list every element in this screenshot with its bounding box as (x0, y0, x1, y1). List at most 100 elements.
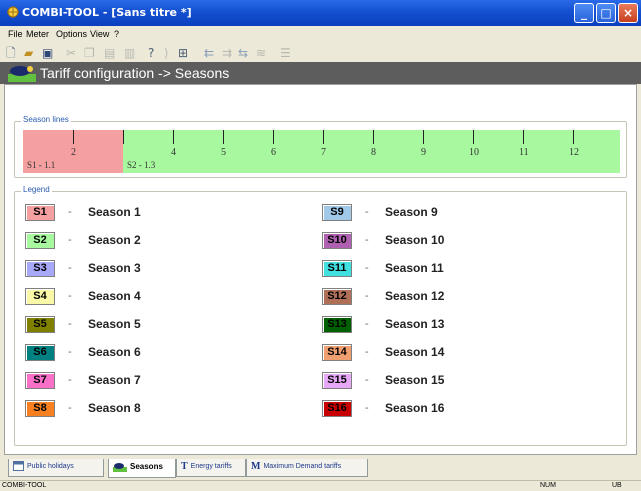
cut-icon[interactable]: ✂ (66, 46, 76, 60)
minimize-button[interactable]: _ (574, 3, 594, 23)
season-color-swatch[interactable]: S1 (25, 204, 55, 221)
season-name: Season 15 (385, 373, 445, 387)
clipboard-icon[interactable]: ▥ (124, 46, 135, 60)
season-name: Season 10 (385, 233, 445, 247)
new-file-icon[interactable]: 🗋 (6, 46, 16, 60)
season-color-swatch[interactable]: S3 (25, 260, 55, 277)
tab-public-holidays[interactable]: Public holidays (8, 459, 104, 477)
menu-view[interactable]: View (90, 29, 109, 39)
legend-item: S11 - Season 11 (322, 260, 522, 278)
season-color-swatch[interactable]: S6 (25, 344, 55, 361)
maximize-button[interactable]: □ (596, 3, 616, 23)
month-tick (523, 130, 524, 144)
energy-tariff-icon: T (181, 460, 188, 472)
legend-item: S4 - Season 4 (25, 288, 225, 306)
season-color-swatch[interactable]: S9 (322, 204, 352, 221)
season-name: Season 3 (88, 261, 141, 275)
season-color-swatch[interactable]: S12 (322, 288, 352, 305)
legend-dash: - (68, 374, 72, 386)
seasons-panel: Season lines 2 4 5 6 7 8 9 10 11 12 S1 -… (4, 84, 637, 455)
season-segment-label: S1 - 1.1 (27, 160, 56, 170)
seasons-icon (8, 66, 36, 82)
write-meter-icon[interactable]: ⇉ (222, 46, 232, 60)
read-meter-icon[interactable]: ⇇ (204, 46, 214, 60)
month-label: 12 (569, 147, 579, 158)
legend-dash: - (365, 346, 369, 358)
month-tick (373, 130, 374, 144)
section-header: Tariff configuration -> Seasons (0, 62, 641, 84)
status-ub: UB (612, 482, 622, 489)
season-name: Season 1 (88, 205, 141, 219)
season-color-swatch[interactable]: S2 (25, 232, 55, 249)
menu-help[interactable]: ? (114, 29, 119, 39)
month-tick (573, 130, 574, 144)
menu-meter[interactable]: Meter (26, 29, 49, 39)
season-name: Season 7 (88, 373, 141, 387)
season-timeline[interactable]: 2 4 5 6 7 8 9 10 11 12 S1 - 1.1 S2 - 1.3 (23, 130, 620, 173)
transfer-icon[interactable]: ⇆ (238, 46, 248, 60)
legend-dash: - (365, 234, 369, 246)
season-name: Season 13 (385, 317, 445, 331)
season-name: Season 5 (88, 317, 141, 331)
status-num-lock: NUM (540, 482, 556, 489)
legend-dash: - (365, 290, 369, 302)
tab-label: Energy tariffs (190, 463, 232, 470)
connect-icon[interactable]: ≋ (256, 46, 266, 60)
season-color-swatch[interactable]: S8 (25, 400, 55, 417)
open-folder-icon[interactable]: ▰ (24, 46, 33, 60)
legend-item: S9 - Season 9 (322, 204, 522, 222)
window-title: COMBI-TOOL - [Sans titre *] (22, 6, 192, 19)
month-tick (123, 130, 124, 144)
menu-options[interactable]: Options (56, 29, 87, 39)
tab-strip: Public holidays Seasons T Energy tariffs … (4, 459, 637, 478)
legend-dash: - (68, 262, 72, 274)
season-color-swatch[interactable]: S4 (25, 288, 55, 305)
meter-icon[interactable]: ⊞ (178, 46, 188, 60)
season-name: Season 12 (385, 289, 445, 303)
season-color-swatch[interactable]: S13 (322, 316, 352, 333)
month-label: 9 (421, 147, 426, 158)
seasons-tab-icon (113, 462, 127, 472)
season-color-swatch[interactable]: S15 (322, 372, 352, 389)
status-bar: COMBI-TOOL NUM UB (0, 480, 641, 491)
season-color-swatch[interactable]: S14 (322, 344, 352, 361)
tab-label: Maximum Demand tariffs (263, 463, 342, 470)
legend-dash: - (68, 206, 72, 218)
tab-seasons[interactable]: Seasons (108, 459, 176, 478)
season-name: Season 2 (88, 233, 141, 247)
legend-dash: - (365, 402, 369, 414)
season-color-swatch[interactable]: S10 (322, 232, 352, 249)
month-label: 5 (221, 147, 226, 158)
season-color-swatch[interactable]: S7 (25, 372, 55, 389)
separator-icon: ⟩ (164, 46, 169, 60)
copy-icon[interactable]: ❐ (84, 46, 95, 60)
menu-file[interactable]: File (8, 29, 23, 39)
month-label: 11 (519, 147, 529, 158)
season-color-swatch[interactable]: S16 (322, 400, 352, 417)
month-label: 4 (171, 147, 176, 158)
season-name: Season 9 (385, 205, 438, 219)
legend-item: S16 - Season 16 (322, 400, 522, 418)
paste-icon[interactable]: ▤ (104, 46, 115, 60)
close-button[interactable]: × (618, 3, 638, 23)
settings-icon[interactable]: ☰ (280, 46, 291, 60)
season-color-swatch[interactable]: S11 (322, 260, 352, 277)
month-label: 6 (271, 147, 276, 158)
legend-dash: - (68, 290, 72, 302)
legend-dash: - (365, 206, 369, 218)
legend-item: S2 - Season 2 (25, 232, 225, 250)
tab-energy-tariffs[interactable]: T Energy tariffs (176, 459, 246, 477)
save-icon[interactable]: ▣ (42, 46, 53, 60)
tab-maximum-demand-tariffs[interactable]: M Maximum Demand tariffs (246, 459, 368, 477)
season-color-swatch[interactable]: S5 (25, 316, 55, 333)
season-segment-label: S2 - 1.3 (127, 160, 156, 170)
help-icon[interactable]: ? (148, 46, 154, 60)
title-bar: COMBI-TOOL - [Sans titre *] _ □ × (0, 0, 641, 26)
legend-item: S10 - Season 10 (322, 232, 522, 250)
legend-item: S3 - Season 3 (25, 260, 225, 278)
season-name: Season 4 (88, 289, 141, 303)
legend-dash: - (68, 402, 72, 414)
legend-group: Legend S1 - Season 1 S2 - Season 2 S3 - … (14, 185, 627, 446)
legend-dash: - (68, 346, 72, 358)
season-name: Season 14 (385, 345, 445, 359)
